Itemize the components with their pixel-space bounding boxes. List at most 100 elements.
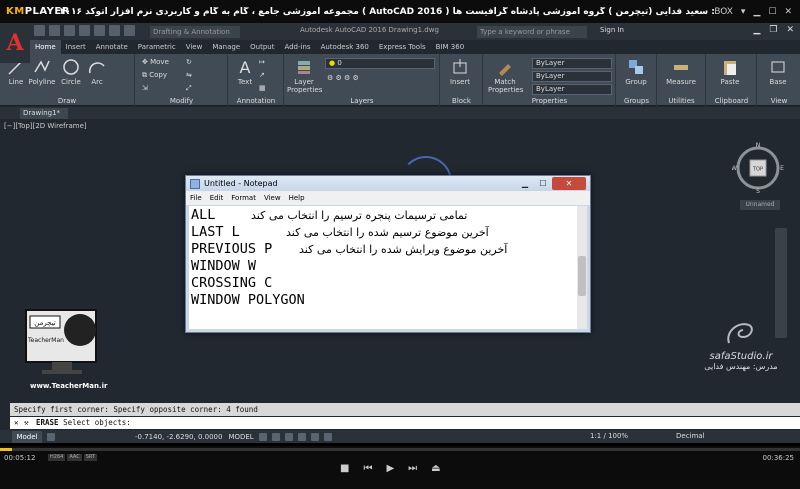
pin-icon[interactable]: ▾ <box>741 7 746 17</box>
draw-panel-label[interactable]: Draw <box>0 97 134 105</box>
maximize-icon[interactable]: ☐ <box>534 177 552 190</box>
annotation-scale[interactable]: 1:1 / 100% <box>590 432 628 440</box>
modify-panel-label[interactable]: Modify <box>136 97 227 105</box>
model-space-button[interactable]: MODEL <box>228 433 253 441</box>
tab-output[interactable]: Output <box>245 40 279 54</box>
insert-tool[interactable]: Insert <box>445 58 475 86</box>
color-dropdown[interactable]: ByLayer <box>532 58 612 69</box>
save-icon[interactable] <box>64 25 75 36</box>
tab-add-ins[interactable]: Add-ins <box>279 40 315 54</box>
snap-icon[interactable] <box>271 432 280 441</box>
minimize-icon[interactable]: ▁ <box>753 25 760 35</box>
menu-file[interactable]: File <box>190 194 202 202</box>
circle-tool[interactable]: Circle <box>60 58 82 86</box>
stop-icon[interactable]: ■ <box>340 463 349 474</box>
workspace-dropdown[interactable]: Drafting & Annotation <box>150 26 240 38</box>
leader-icon[interactable]: ↗ <box>259 71 265 79</box>
open-icon[interactable] <box>49 25 60 36</box>
tab-view[interactable]: View <box>181 40 208 54</box>
new-icon[interactable] <box>34 25 45 36</box>
minimize-icon[interactable]: ▁ <box>753 7 760 17</box>
layer-properties-tool[interactable]: Layer Properties <box>287 58 322 94</box>
groups-panel-label[interactable]: Groups <box>617 97 656 105</box>
menu-edit[interactable]: Edit <box>210 194 224 202</box>
viewcube[interactable]: TOP N S E W <box>732 142 784 194</box>
dimension-icon[interactable]: ↦ <box>259 58 265 66</box>
menu-view[interactable]: View <box>264 194 281 202</box>
annotation-panel-label[interactable]: Annotation <box>229 97 283 105</box>
table-icon[interactable]: ▦ <box>259 84 266 92</box>
tab-autodesk-360[interactable]: Autodesk 360 <box>316 40 374 54</box>
layers-panel-label[interactable]: Layers <box>285 97 439 105</box>
plot-icon[interactable] <box>94 25 105 36</box>
ortho-icon[interactable] <box>284 432 293 441</box>
lineweight-dropdown[interactable]: ByLayer <box>532 84 612 95</box>
polyline-tool[interactable]: Polyline <box>27 58 57 86</box>
tab-insert[interactable]: Insert <box>61 40 91 54</box>
polar-icon[interactable] <box>297 432 306 441</box>
measure-tool[interactable]: Measure <box>664 58 698 86</box>
sign-in-button[interactable]: Sign In <box>600 26 624 34</box>
undo-icon[interactable] <box>109 25 120 36</box>
group-tool[interactable]: Group <box>621 58 651 86</box>
layout-add-icon[interactable] <box>47 432 55 441</box>
match-properties-tool[interactable]: Match Properties <box>488 58 523 94</box>
notepad-text-area[interactable]: ALL تمامی ترسیمات پنجره ترسیم را انتخاب م… <box>189 206 577 329</box>
viewport-controls[interactable]: [−][Top][2D Wireframe] <box>4 122 87 130</box>
eject-icon[interactable]: ⏏ <box>431 463 440 474</box>
clipboard-panel-label[interactable]: Clipboard <box>707 97 756 105</box>
tab-express-tools[interactable]: Express Tools <box>374 40 431 54</box>
command-wrench-icon[interactable]: ⚒ <box>24 417 29 429</box>
menu-help[interactable]: Help <box>289 194 305 202</box>
layer-dropdown[interactable]: ● 0 <box>325 58 435 69</box>
command-close-icon[interactable]: ✕ <box>14 417 19 429</box>
application-menu-button[interactable]: A <box>0 23 30 63</box>
tab-parametric[interactable]: Parametric <box>133 40 181 54</box>
coordinates-display[interactable]: -0.7140, -2.6290, 0.0000 <box>135 433 222 441</box>
minimize-icon[interactable]: ▁ <box>516 177 534 190</box>
tab-home[interactable]: Home <box>30 40 61 54</box>
close-icon[interactable]: ✕ <box>552 177 586 190</box>
save-as-icon[interactable] <box>79 25 90 36</box>
properties-panel-label[interactable]: Properties <box>484 97 615 105</box>
kmplayer-logo[interactable]: KMPLAYER <box>0 6 69 17</box>
units-dropdown[interactable]: Decimal <box>676 432 705 440</box>
seek-bar[interactable] <box>0 448 800 451</box>
file-tab-drawing1[interactable]: Drawing1* <box>20 108 68 119</box>
notepad-title-bar[interactable]: Untitled - Notepad ▁ ☐ ✕ <box>186 176 590 191</box>
restore-icon[interactable]: ❐ <box>769 25 777 35</box>
layer-tools-icon[interactable]: ⚙ ⚙ ⚙ ⚙ <box>327 74 359 82</box>
utilities-panel-label[interactable]: Utilities <box>658 97 705 105</box>
linetype-dropdown[interactable]: ByLayer <box>532 71 612 82</box>
tab-manage[interactable]: Manage <box>207 40 245 54</box>
block-panel-label[interactable]: Block <box>441 97 482 105</box>
next-icon[interactable]: ⏭ <box>408 463 417 474</box>
scrollbar-thumb[interactable] <box>578 256 586 296</box>
tab-bim-360[interactable]: BIM 360 <box>431 40 470 54</box>
base-view-tool[interactable]: Base <box>764 58 792 86</box>
paste-tool[interactable]: Paste <box>715 58 745 86</box>
search-input[interactable]: Type a keyword or phrase <box>477 26 587 38</box>
command-input[interactable]: ✕ ⚒ ERASE Select objects: <box>10 417 800 429</box>
mirror-icon[interactable]: ⇋ <box>186 71 192 79</box>
copy-tool[interactable]: ⧉ Copy <box>142 71 167 80</box>
model-tab[interactable]: Model <box>12 430 42 443</box>
arc-tool[interactable]: Arc <box>87 58 107 86</box>
move-tool[interactable]: ✥ Move <box>142 58 169 66</box>
close-icon[interactable]: ✕ <box>784 7 792 17</box>
grid-icon[interactable] <box>258 432 267 441</box>
stretch-icon[interactable]: ⇲ <box>142 84 148 92</box>
redo-icon[interactable] <box>124 25 135 36</box>
otrack-icon[interactable] <box>323 432 332 441</box>
scale-icon[interactable]: ⤢ <box>186 84 192 93</box>
rotate-icon[interactable]: ↻ <box>186 58 192 66</box>
notepad-scrollbar[interactable] <box>577 206 587 329</box>
view-panel-label[interactable]: View <box>758 97 800 105</box>
box-button[interactable]: BOX <box>714 7 733 17</box>
close-icon[interactable]: ✕ <box>786 25 794 35</box>
ucs-dropdown[interactable]: Unnamed <box>740 200 780 210</box>
previous-icon[interactable]: ⏮ <box>363 463 372 474</box>
text-tool[interactable]: A Text <box>235 58 255 86</box>
menu-format[interactable]: Format <box>231 194 256 202</box>
play-icon[interactable]: ▶ <box>386 463 394 474</box>
